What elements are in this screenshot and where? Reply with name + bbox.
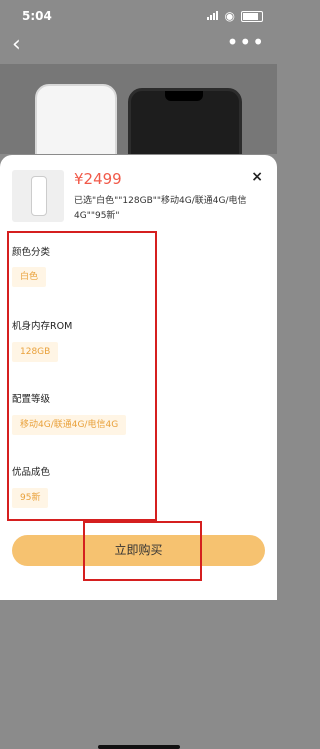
top-navigation: ‹ ••• [0,28,277,64]
selected-options: 已选"白色""128GB""移动4G/联通4G/电信4G""95新" [74,196,247,221]
phone-thumbnail-image [31,176,47,216]
status-icons: ◉ [206,9,263,23]
battery-icon [241,10,263,22]
product-hero-image [0,64,277,154]
close-icon[interactable]: × [251,169,263,185]
annotation-frame-buy-button [83,521,202,581]
home-indicator [98,745,180,749]
signal-icon [206,9,219,23]
back-icon[interactable]: ‹ [12,32,21,57]
product-options-sheet: ¥2499 已选"白色""128GB""移动4G/联通4G/电信4G""95新"… [0,155,277,749]
product-price: ¥2499 [74,170,122,188]
black-phone-image [128,88,242,154]
phone-notch [165,91,203,101]
status-time: 5:04 [22,9,52,23]
wifi-icon: ◉ [224,9,235,23]
more-icon[interactable]: ••• [227,30,265,54]
product-thumbnail [12,170,64,222]
status-bar: 5:04 ◉ [0,0,277,28]
annotation-frame-options [7,231,157,521]
white-phone-image [35,84,117,154]
